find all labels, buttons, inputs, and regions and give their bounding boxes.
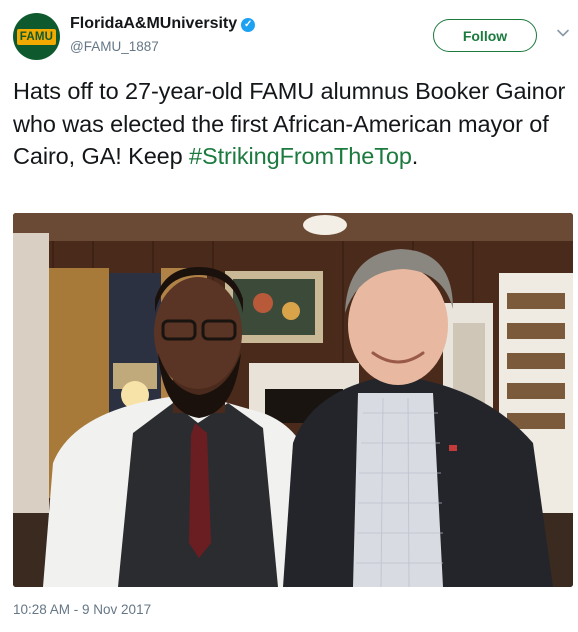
display-name-row[interactable]: FloridaA&MUniversity ✓ xyxy=(70,15,256,33)
verified-badge-icon: ✓ xyxy=(241,18,256,32)
chevron-down-icon[interactable] xyxy=(556,26,570,40)
photo-illustration xyxy=(13,213,573,587)
follow-button[interactable]: Follow xyxy=(433,19,537,52)
tweet-text: Hats off to 27-year-old FAMU alumnus Boo… xyxy=(13,75,569,173)
tweet-photo[interactable] xyxy=(13,213,573,587)
hashtag-link[interactable]: #StrikingFromTheTop xyxy=(189,143,412,169)
tweet-trailing: . xyxy=(411,143,419,169)
display-name[interactable]: FloridaA&MUniversity xyxy=(70,15,237,32)
famu-logo: FAMU xyxy=(16,28,57,45)
profile-avatar[interactable]: FAMU xyxy=(13,13,60,60)
tweet-timestamp[interactable]: 10:28 AM - 9 Nov 2017 xyxy=(13,602,151,617)
user-handle[interactable]: @FAMU_1887 xyxy=(70,39,159,54)
